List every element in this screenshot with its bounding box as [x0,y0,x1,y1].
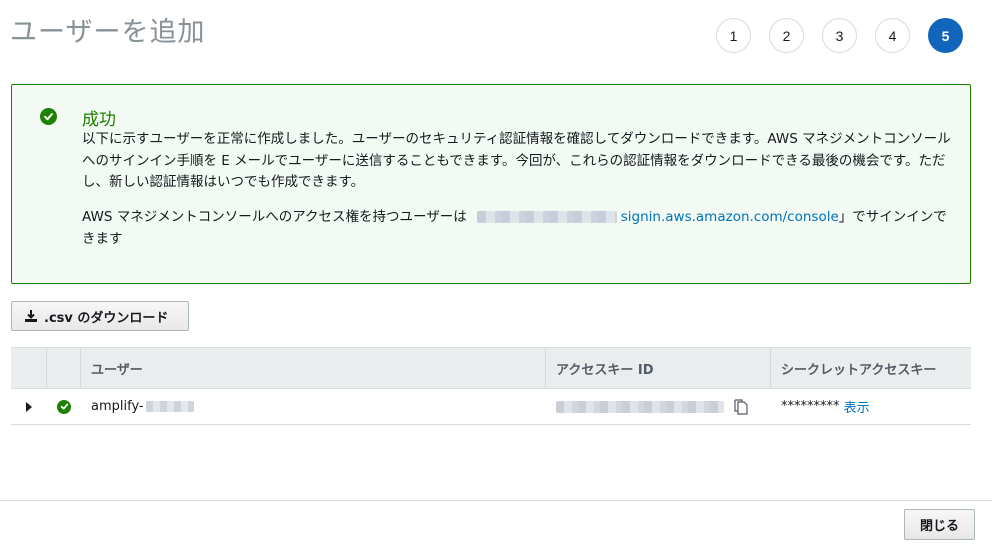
table-header: ユーザー アクセスキー ID シークレットアクセスキー [11,347,971,389]
console-signin-prefix: AWS マネジメントコンソールへのアクセス権を持つユーザーは [82,209,467,225]
download-csv-label: .csv のダウンロード [44,310,169,326]
download-csv-button[interactable]: .csv のダウンロード [11,301,189,331]
check-circle-icon [57,399,71,414]
alert-title: 成功 [82,110,116,130]
step-5[interactable]: 5 [928,18,963,53]
page-title: ユーザーを追加 [10,17,206,48]
step-3[interactable]: 3 [822,18,857,53]
wizard-steps: 1 2 3 4 5 [716,18,963,53]
access-key-cell [546,389,771,424]
user-cell: amplify- [81,389,546,424]
step-2[interactable]: 2 [769,18,804,53]
step-4[interactable]: 4 [875,18,910,53]
console-signin-link[interactable]: signin.aws.amazon.com/console [621,209,839,225]
redacted-user-suffix [145,401,194,412]
header-access-key-id: アクセスキー ID [546,348,771,388]
redacted-access-key [556,400,724,413]
header-expand [11,348,47,388]
check-circle-icon [40,108,57,125]
user-name: amplify- [91,399,144,414]
expand-row-button[interactable] [11,389,47,424]
step-1[interactable]: 1 [716,18,751,53]
footer-divider [0,500,992,501]
copy-icon[interactable] [734,398,748,415]
header-user: ユーザー [81,348,546,388]
redacted-account-id [476,211,617,223]
download-icon [25,310,37,322]
alert-message: 以下に示すユーザーを正常に作成しました。ユーザーのセキュリティ認証情報を確認して… [82,131,951,190]
console-signin-info: AWS マネジメントコンソールへのアクセス権を持つユーザーは signin.aws… [82,206,952,250]
header-secret-key: シークレットアクセスキー [781,362,937,378]
secret-key-masked: ********* [781,399,840,414]
row-status [47,389,81,424]
close-button[interactable]: 閉じる [904,509,975,540]
show-secret-link[interactable]: 表示 [844,397,870,416]
caret-right-icon [26,401,32,412]
users-table: ユーザー アクセスキー ID シークレットアクセスキー amplify- ***… [11,347,971,425]
success-alert: 成功 以下に示すユーザーを正常に作成しました。ユーザーのセキュリティ認証情報を確… [11,84,971,284]
secret-key-cell: ********* 表示 [771,389,971,424]
header-status [47,348,81,388]
table-row: amplify- ********* 表示 [11,389,971,425]
